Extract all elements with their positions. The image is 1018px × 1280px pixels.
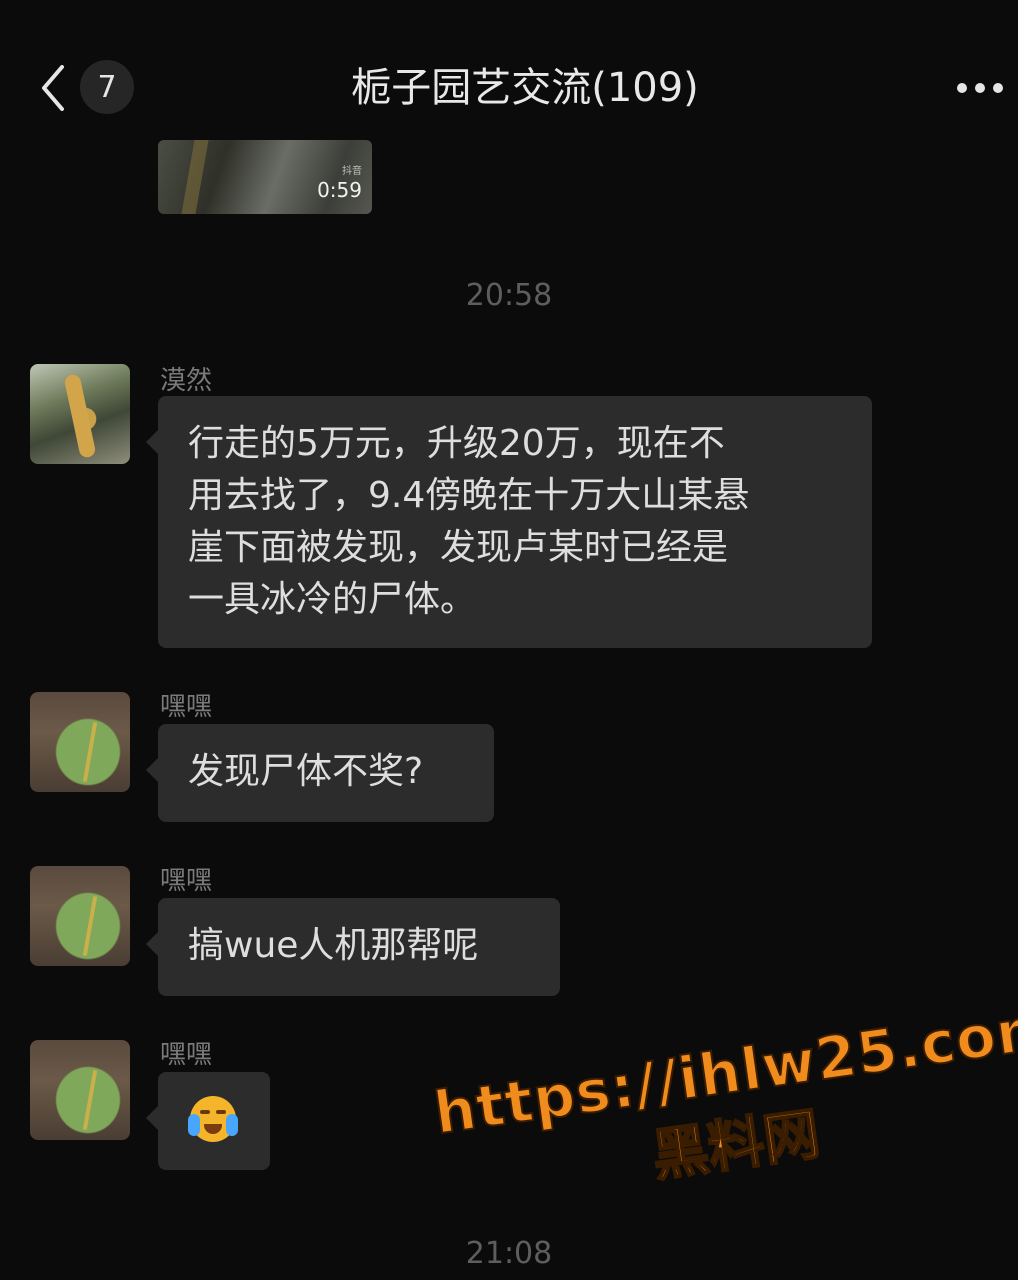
message-text-line: 用去找了，9.4傍晚在十万大山某悬 [188,475,750,516]
message-text-line: 崖下面被发现，发现卢某时已经是 [188,527,729,568]
message-bubble[interactable]: 行走的5万元，升级20万，现在不 用去找了，9.4傍晚在十万大山某悬 崖下面被发… [146,396,872,648]
more-options-button[interactable] [950,70,1010,106]
watermark: https://ihlw25.com 黑料网 [429,992,1018,1248]
message-text-line: 行走的5万元，升级20万，现在不 [188,423,725,464]
sender-name: 嘿嘿 [160,866,213,896]
message-timestamp: 20:58 [465,278,553,313]
chevron-left-icon [42,65,64,111]
chat-screen: 7 栀子园艺交流(109) 抖音 0:59 20:58 漠然 行走的5万元，升级… [0,0,1018,1280]
message-bubble[interactable]: 发现尸体不奖? [146,724,494,822]
sender-name: 嘿嘿 [160,692,213,722]
avatar-image-detail [82,1070,98,1130]
message-bubble[interactable] [146,1072,270,1170]
avatar[interactable] [30,364,130,464]
video-duration: 0:59 [317,178,362,202]
ellipsis-icon [957,83,1003,93]
watermark-name: 黑料网 [647,1101,824,1191]
video-thumbnail-detail [181,140,209,214]
sender-name: 嘿嘿 [160,1040,213,1070]
avatar-image-detail [82,896,98,956]
back-button[interactable] [28,58,78,118]
avatar[interactable] [30,1040,130,1140]
message-text: 搞wue人机那帮呢 [188,925,479,966]
video-message-thumbnail[interactable]: 抖音 0:59 [158,140,372,214]
crying-laughing-emoji-icon [188,1096,238,1142]
message-bubble[interactable]: 搞wue人机那帮呢 [146,898,560,996]
chat-header: 7 栀子园艺交流(109) [0,0,1018,142]
message-text: 发现尸体不奖? [188,751,424,792]
watermark-url: https://ihlw25.com [429,992,1018,1149]
unread-count-badge[interactable]: 7 [80,60,134,114]
avatar[interactable] [30,866,130,966]
message-timestamp: 21:08 [465,1236,553,1271]
avatar-image-detail [63,373,97,459]
avatar[interactable] [30,692,130,792]
avatar-image-detail [82,722,98,782]
chat-title: 栀子园艺交流(109) [351,65,699,111]
sender-name: 漠然 [160,366,213,396]
video-brand-label: 抖音 [342,166,362,177]
message-text-line: 一具冰冷的尸体。 [188,579,477,620]
